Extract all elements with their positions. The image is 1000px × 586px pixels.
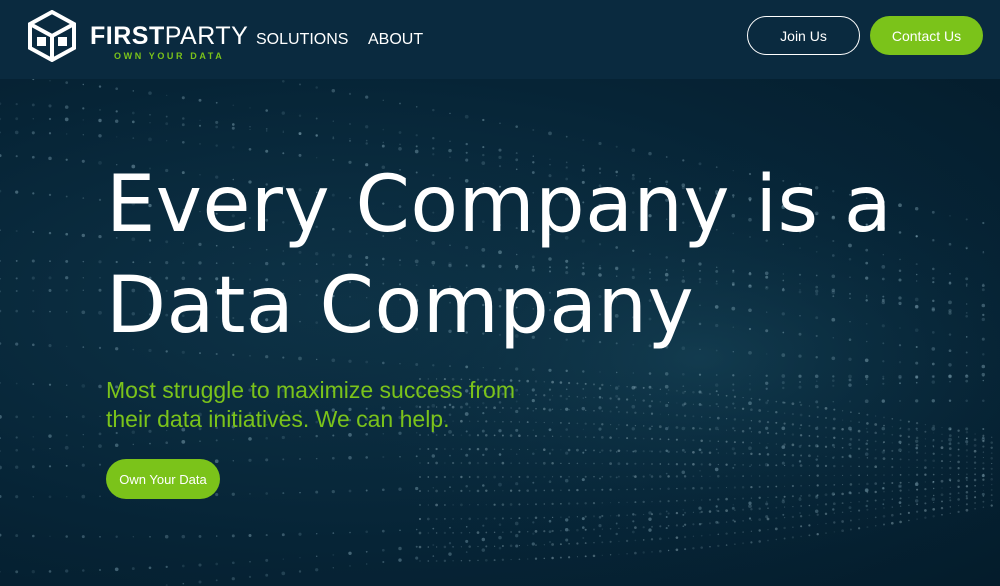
hero-title-line-1: Every Company is a [106, 160, 893, 250]
hero-title-line-2: Data Company [106, 261, 695, 351]
join-us-button[interactable]: Join Us [747, 16, 860, 55]
hero-subtitle-line-1: Most struggle to maximize success from [106, 377, 516, 403]
hero-subtitle: Most struggle to maximize success from t… [106, 376, 586, 434]
brand-name[interactable]: FIRSTPARTY [90, 22, 248, 50]
brand-name-bold: FIRST [90, 22, 165, 50]
nav-about[interactable]: ABOUT [368, 31, 423, 49]
hero-section: Every Company is a Data Company Most str… [0, 79, 1000, 586]
contact-us-button[interactable]: Contact Us [870, 16, 983, 55]
brand-name-light: PARTY [164, 22, 249, 50]
cube-logo-icon[interactable] [27, 10, 77, 62]
hero-subtitle-line-2: their data initiatives. We can help. [106, 406, 450, 432]
brand-tagline: OWN YOUR DATA [114, 51, 225, 61]
nav-solutions[interactable]: SOLUTIONS [256, 31, 348, 49]
hero-title: Every Company is a Data Company [106, 155, 926, 357]
site-header: FIRSTPARTY OWN YOUR DATA SOLUTIONS ABOUT… [0, 0, 1000, 79]
own-your-data-button[interactable]: Own Your Data [106, 459, 220, 499]
